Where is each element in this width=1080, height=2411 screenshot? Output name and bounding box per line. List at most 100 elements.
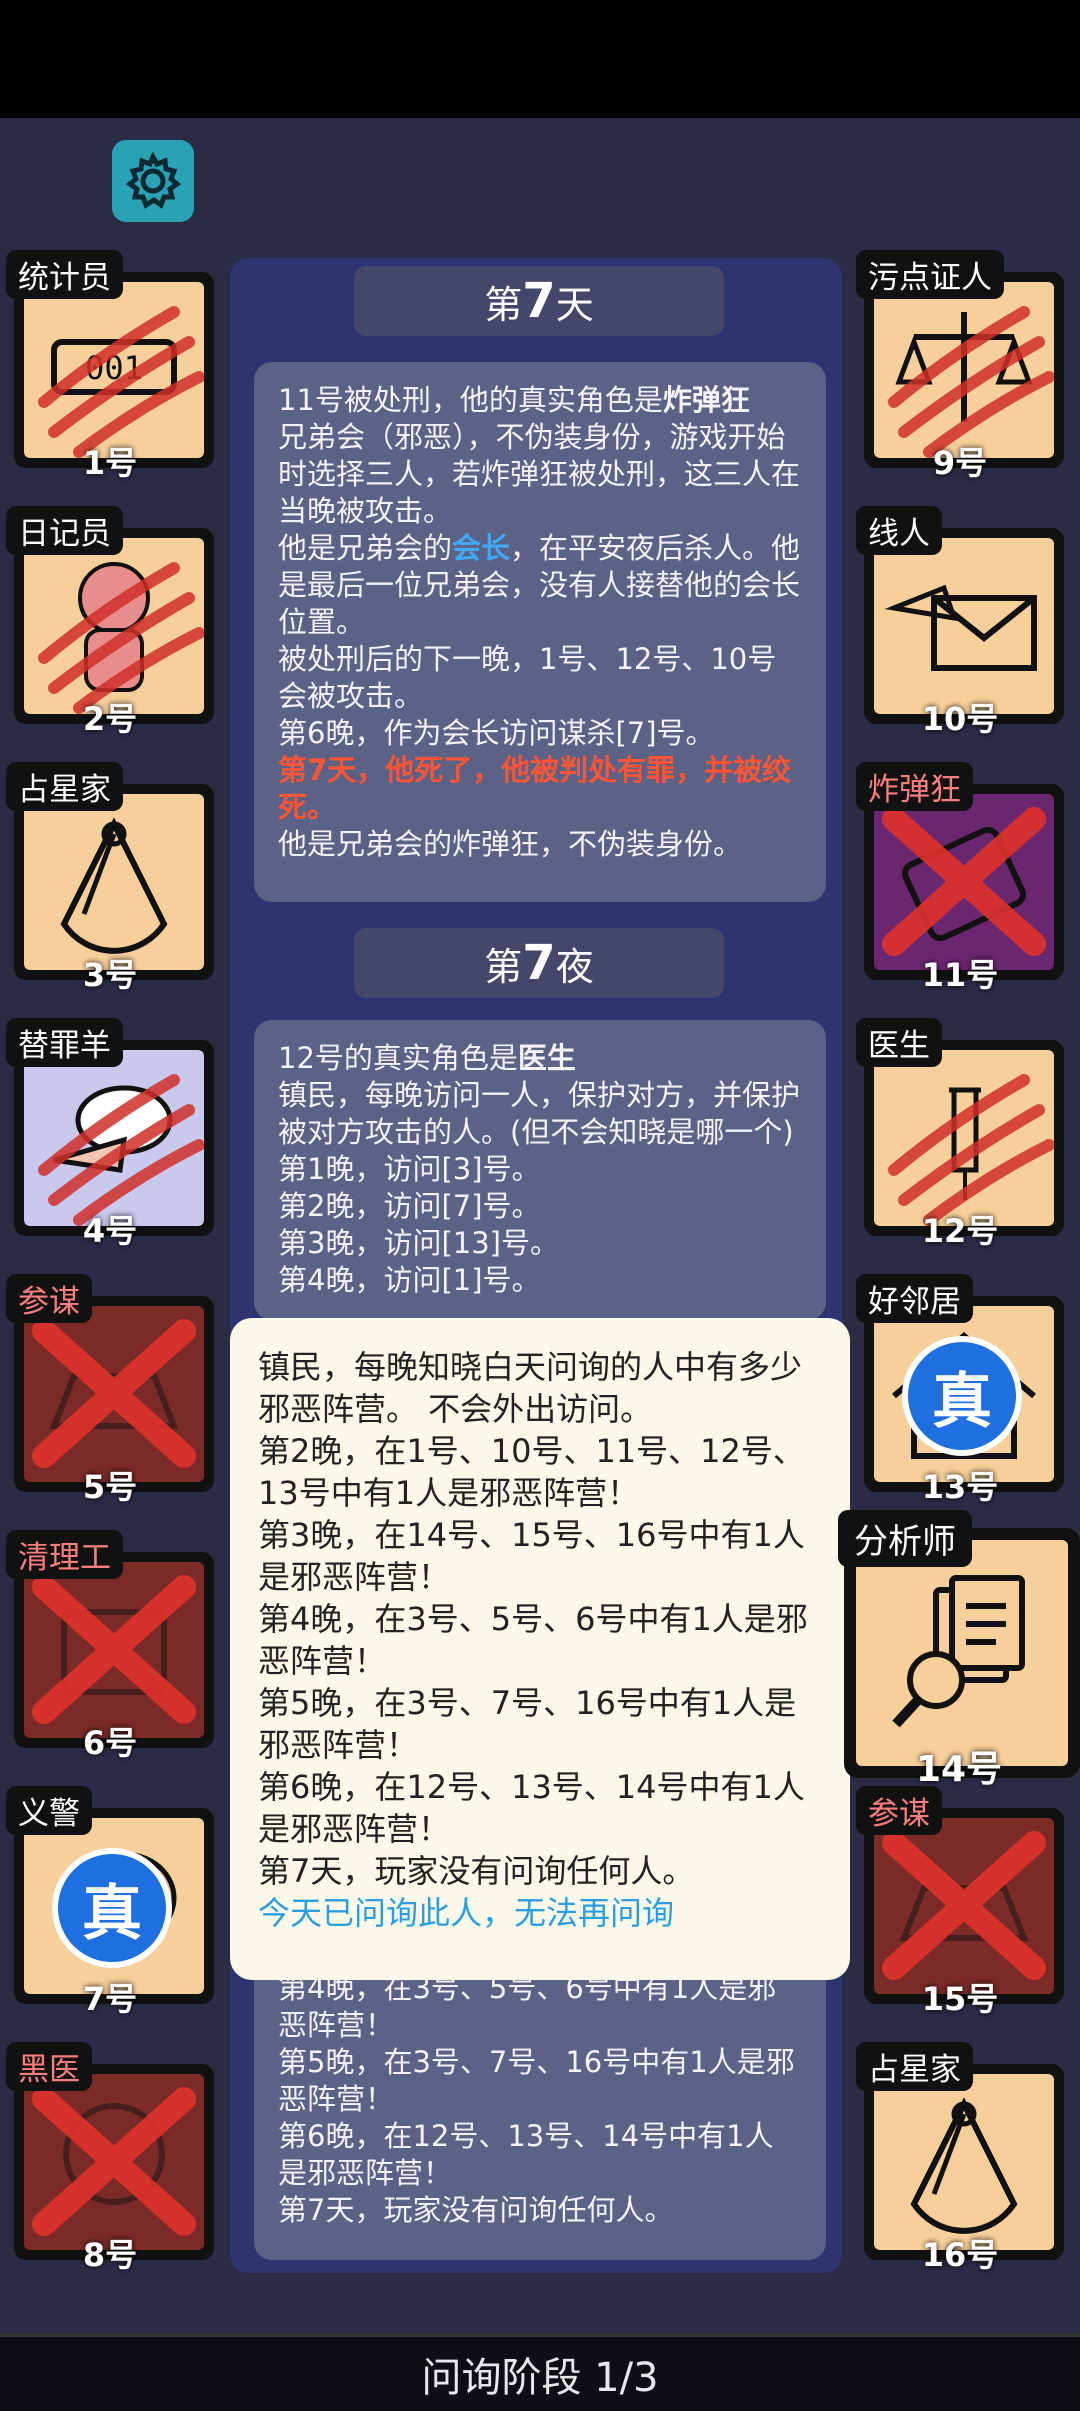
player-card-6[interactable]: 清理工 6号: [6, 1530, 214, 1762]
player-number: 4号: [82, 1212, 138, 1250]
gear-icon: [125, 151, 182, 209]
popup-text: 第7天，玩家没有问询任何人。: [258, 1852, 695, 1890]
player-number: 5号: [82, 1468, 138, 1506]
analyst-log-text: 第6晚，在12号、13号、14号中有1人是邪恶阵营！: [278, 2119, 774, 2190]
analyst-log-text: 第4晚，在3号、5号、6号中有1人是邪恶阵营！: [278, 1971, 777, 2042]
dead-cross-icon: [882, 807, 1046, 956]
claw-marks-icon: [38, 306, 204, 458]
player-number: 16号: [921, 2236, 999, 2274]
player-card-12[interactable]: 医生 12号: [856, 1018, 1064, 1250]
player-card-15[interactable]: 参谋 15号: [856, 1786, 1064, 2018]
player-role-label: 日记员: [6, 506, 123, 555]
player-number: 10号: [921, 700, 999, 738]
day-header: 第7天: [354, 266, 724, 336]
day-log-text: 兄弟会（邪恶），不伪装身份，游戏开始时选择三人，若炸弹狂被处刑，这三人在当晚被攻…: [278, 420, 801, 528]
phase-bar: 问询阶段 1/3: [0, 2334, 1080, 2411]
player-card-13[interactable]: 好邻居真 13号: [856, 1274, 1064, 1506]
player-number: 15号: [921, 1980, 999, 2018]
player-role-label: 替罪羊: [6, 1018, 123, 1067]
night-header-suffix: 夜: [555, 944, 594, 989]
popup-text: 第5晚，在3号、7号、16号中有1人是邪恶阵营！: [258, 1684, 797, 1764]
popup-text: 第3晚，在14号、15号、16号中有1人是邪恶阵营！: [258, 1516, 805, 1596]
top-bar: [0, 0, 1080, 118]
dead-cross-icon: [32, 1319, 196, 1468]
player-card-2[interactable]: 日记员 2号: [6, 506, 214, 738]
sextant-icon: [60, 817, 168, 954]
player-number: 7号: [82, 1980, 138, 2018]
player-card-10[interactable]: 线人 10号: [856, 506, 1064, 738]
player-number: 1号: [82, 444, 138, 482]
night-log-text: 镇民，每晚访问一人，保护对方，并保护被对方攻击的人。(但不会知晓是哪一个): [278, 1078, 801, 1149]
analyst-log-bubble: 第4晚，在3号、5号、6号中有1人是邪恶阵营！ 第5晚，在3号、7号、16号中有…: [254, 1940, 826, 2260]
player-number: 6号: [82, 1724, 138, 1762]
day-log-text: 被处刑后的下一晚，1号、12号、10号会被攻击。: [278, 642, 777, 713]
day-log-bubble: 11号被处刑，他的真实角色是炸弹狂 兄弟会（邪恶），不伪装身份，游戏开始时选择三…: [254, 362, 826, 902]
player-card-14[interactable]: 分析师 14号: [838, 1510, 1080, 1790]
player-card-9[interactable]: 污点证人 9号: [856, 250, 1064, 482]
player-card-4[interactable]: 替罪羊 4号: [6, 1018, 214, 1250]
analyst-log-text: 第5晚，在3号、7号、16号中有1人是邪恶阵营！: [278, 2045, 795, 2116]
dead-cross-icon: [32, 2087, 196, 2236]
player-number: 3号: [82, 956, 138, 994]
player-role-label: 分析师: [838, 1510, 972, 1567]
player-role-label: 污点证人: [856, 250, 1004, 299]
night-header: 第7夜: [354, 928, 724, 998]
popup-text: 第4晚，在3号、5号、6号中有1人是邪恶阵营！: [258, 1600, 808, 1680]
claw-marks-icon: [888, 306, 1054, 458]
night-log-text: 第4晚，访问[1]号。: [278, 1263, 541, 1297]
role-name: 医生: [517, 1041, 576, 1075]
night-log-text: 第3晚，访问[13]号。: [278, 1226, 559, 1260]
day-header-prefix: 第: [484, 282, 523, 327]
claw-marks-icon: [38, 562, 204, 714]
day-log-text: 第6晚，作为会长访问谋杀[7]号。: [278, 716, 715, 750]
night-log-text: 第2晚，访问[7]号。: [278, 1189, 541, 1223]
player-number: 14号: [915, 1749, 1003, 1790]
true-identity-badge: 真: [52, 1848, 172, 1968]
player-role-label: 参谋: [856, 1786, 942, 1835]
night-log-bubble: 12号的真实角色是医生 镇民，每晚访问一人，保护对方，并保护被对方攻击的人。(但…: [254, 1020, 826, 1320]
true-identity-badge: 真: [902, 1336, 1022, 1456]
player-card-16[interactable]: 占星家 16号: [856, 2042, 1064, 2274]
player-number: 9号: [932, 444, 988, 482]
night-log-text: 第1晚，访问[3]号。: [278, 1152, 541, 1186]
player-role-label: 清理工: [6, 1530, 123, 1579]
player-role-label: 参谋: [6, 1274, 92, 1323]
player-role-label: 占星家: [6, 762, 123, 811]
phase-indicator: 问询阶段 1/3: [421, 2355, 659, 2401]
night-header-number: 7: [522, 935, 556, 991]
player-number: 12号: [921, 1212, 999, 1250]
player-card-8[interactable]: 黑医 8号: [6, 2042, 214, 2274]
player-card-5[interactable]: 参谋 5号: [6, 1274, 214, 1506]
analyst-log-text: 第7天，玩家没有问询任何人。: [278, 2193, 674, 2227]
settings-button[interactable]: [112, 140, 194, 222]
execution-text: 第7天，他死了，他被判处有罪，并被绞死。: [278, 753, 792, 824]
day-log-text: 他是兄弟会的: [278, 531, 453, 565]
sextant-icon: [910, 2097, 1018, 2234]
popup-text: 镇民，每晚知晓白天问询的人中有多少邪恶阵营。 不会外出访问。: [258, 1348, 803, 1428]
popup-status-text: 今天已问询此人，无法再问询: [258, 1894, 675, 1932]
player-role-label: 好邻居: [856, 1274, 973, 1323]
player-role-label: 占星家: [856, 2042, 973, 2091]
claw-marks-icon: [38, 1074, 204, 1226]
player-role-label: 义警: [6, 1786, 92, 1835]
player-number: 11号: [921, 956, 999, 994]
analyst-info-popup[interactable]: 镇民，每晚知晓白天问询的人中有多少邪恶阵营。 不会外出访问。 第2晚，在1号、1…: [230, 1318, 850, 1980]
claw-marks-icon: [888, 1074, 1054, 1226]
night-log-text: 12号的真实角色是: [278, 1041, 518, 1075]
player-number: 8号: [82, 2236, 138, 2274]
player-role-label: 黑医: [6, 2042, 92, 2091]
player-card-1[interactable]: 统计员 001 1号: [6, 250, 214, 482]
day-log-text: 他是兄弟会的炸弹狂，不伪装身份。: [278, 827, 743, 861]
magnifier-documents-icon: [892, 1575, 1025, 1728]
player-card-7[interactable]: 义警真 7号: [6, 1786, 214, 2018]
popup-text: 第6晚，在12号、13号、14号中有1人是邪恶阵营！: [258, 1768, 805, 1848]
player-role-label: 统计员: [6, 250, 123, 299]
day-header-number: 7: [522, 273, 556, 329]
player-card-11[interactable]: 炸弹狂 11号: [856, 762, 1064, 994]
day-header-suffix: 天: [555, 282, 594, 327]
leader-highlight: 会长: [452, 531, 511, 565]
player-card-3[interactable]: 占星家 3号: [6, 762, 214, 994]
day-log-text: 11号被处刑，他的真实角色是: [278, 383, 663, 417]
player-role-label: 炸弹狂: [856, 762, 973, 811]
night-header-prefix: 第: [484, 944, 523, 989]
